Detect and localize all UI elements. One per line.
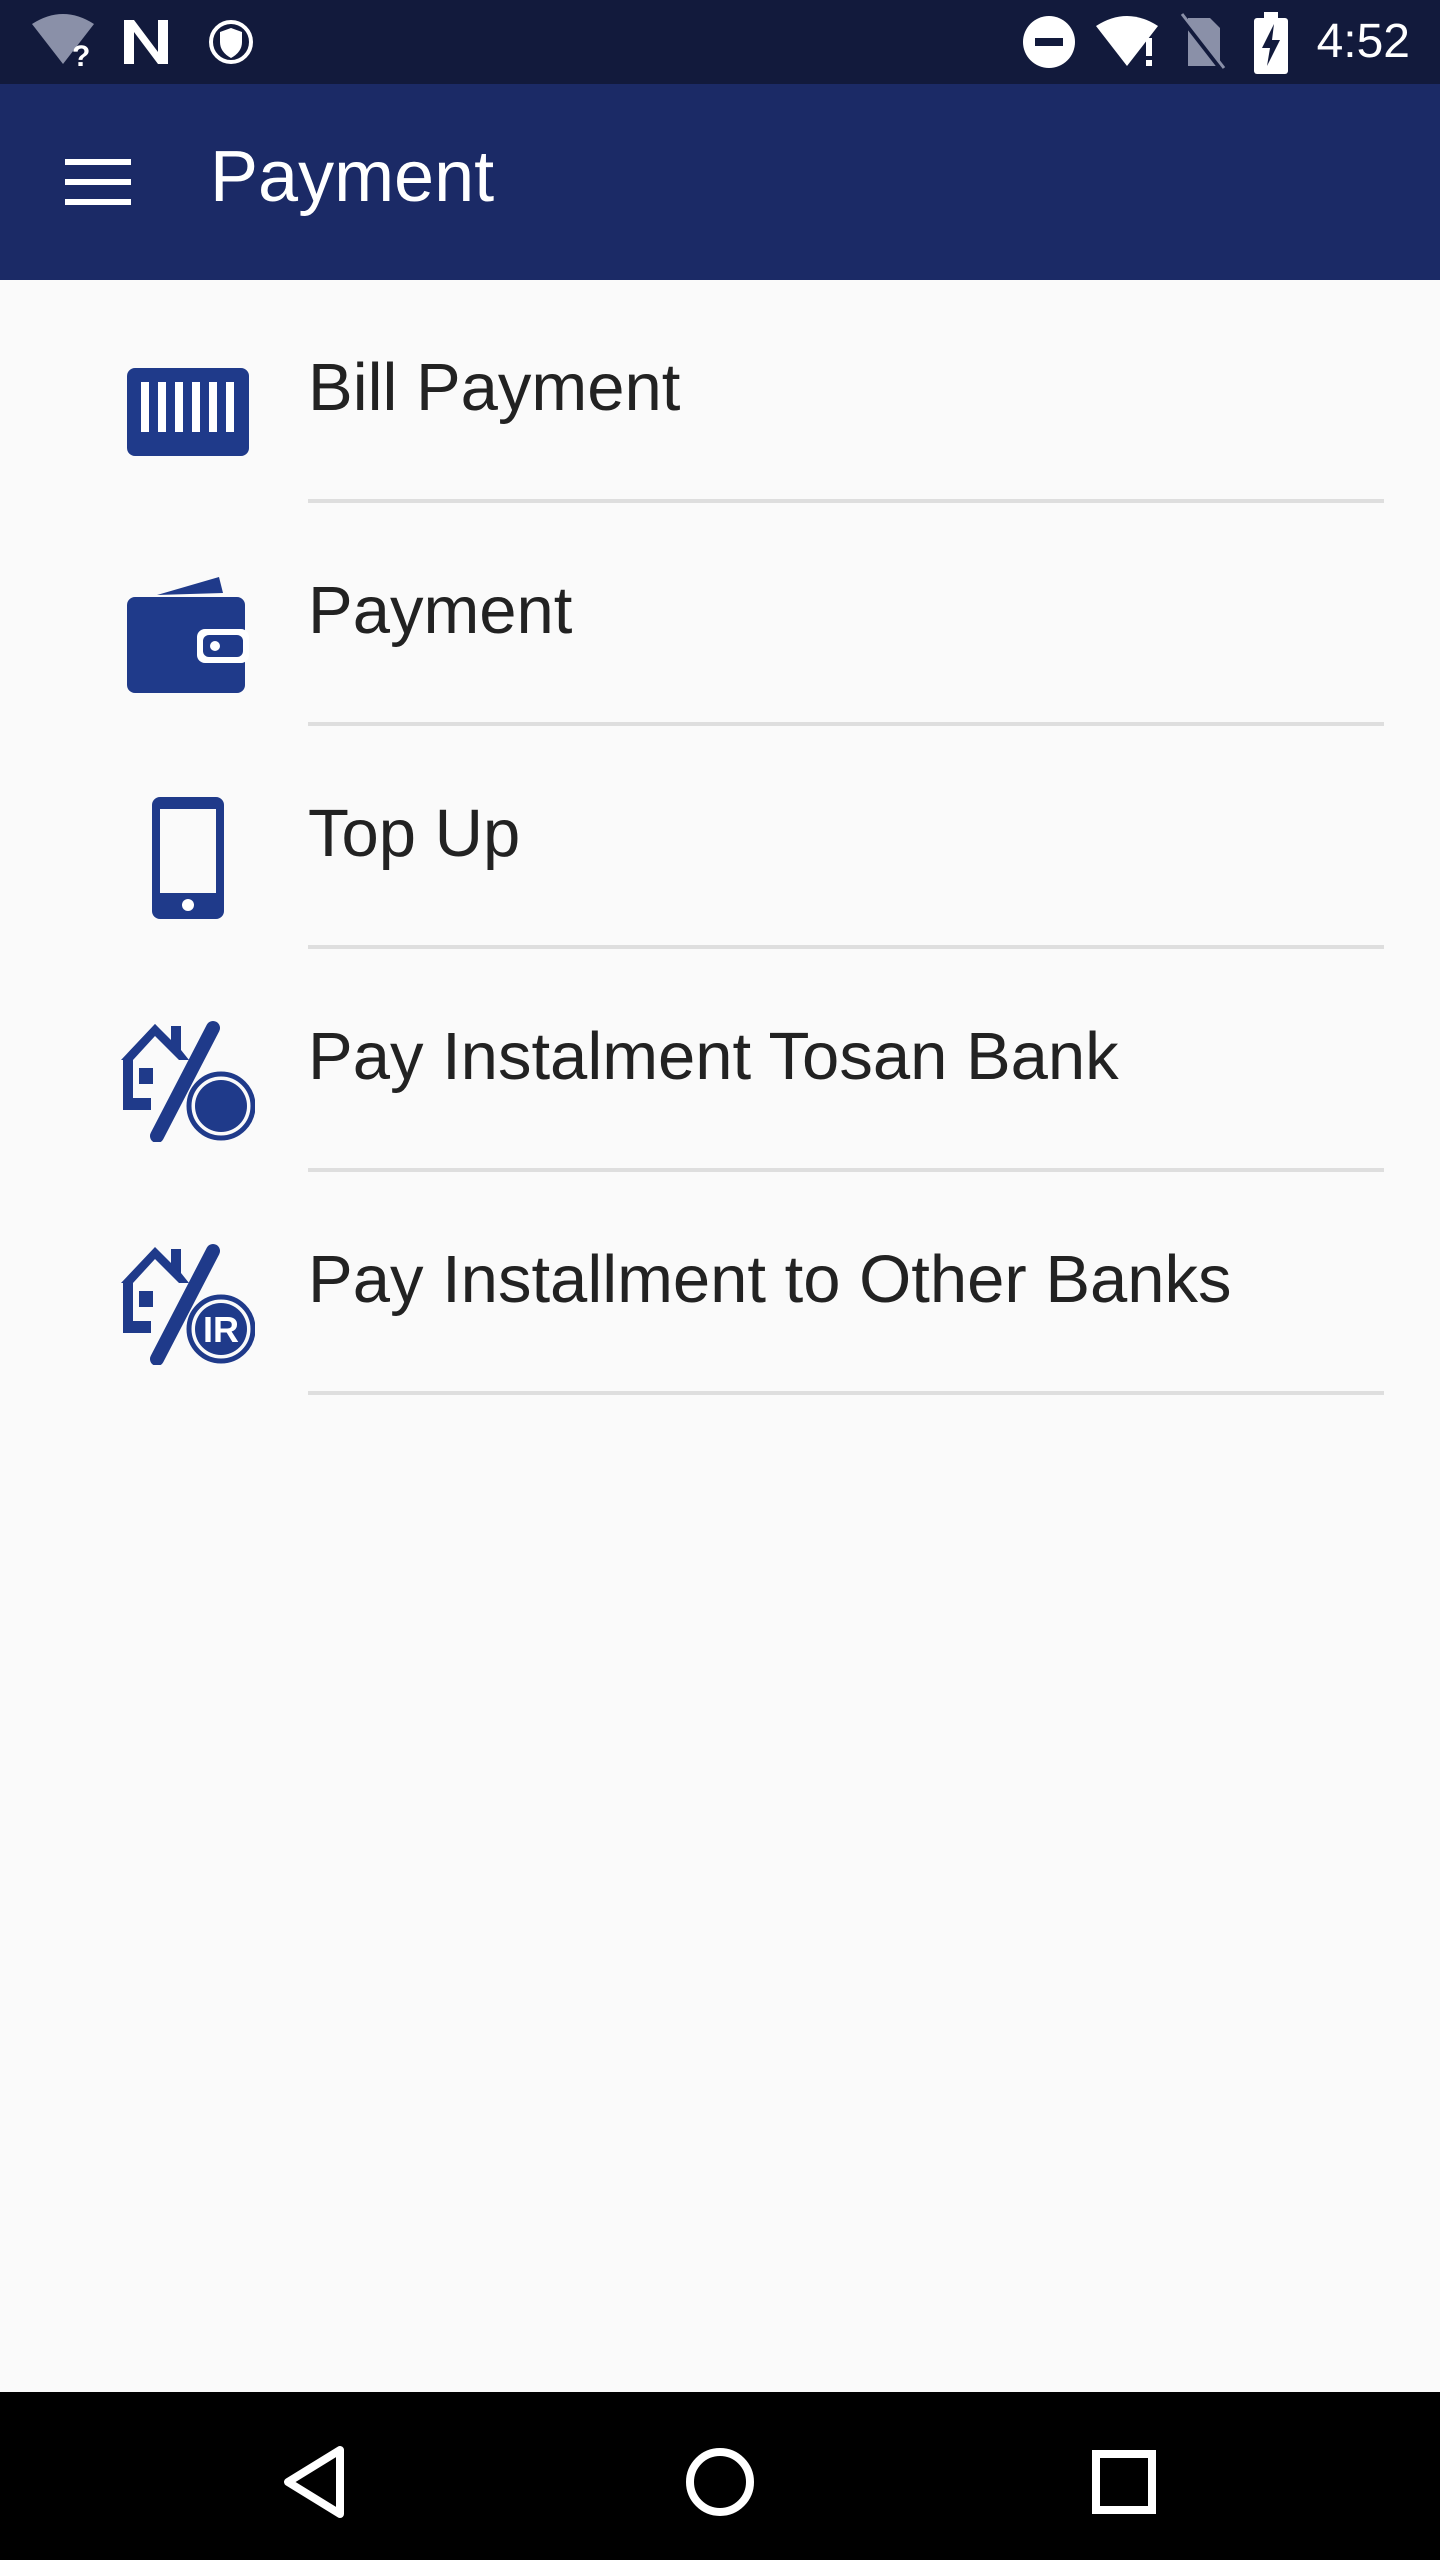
svg-text:?: ? <box>72 40 90 72</box>
navigation-bar <box>0 2392 1440 2560</box>
payment-options-list: Bill Payment Payment Top Up Pay Instalme… <box>0 280 1440 1395</box>
menu-button[interactable] <box>40 138 156 226</box>
recents-icon[interactable] <box>1074 2432 1174 2532</box>
svg-text:IR: IR <box>203 1309 239 1350</box>
wallet-icon <box>118 565 258 705</box>
house-percent-ir-icon: IR <box>118 1234 258 1374</box>
list-item-label: Pay Installment to Other Banks <box>308 1242 1232 1317</box>
back-icon[interactable] <box>266 2432 366 2532</box>
status-time: 4:52 <box>1316 15 1410 68</box>
list-item-bill-payment[interactable]: Bill Payment <box>0 280 1440 503</box>
list-item-label: Pay Instalment Tosan Bank <box>308 1019 1119 1094</box>
battery-charging-icon <box>1254 12 1288 74</box>
list-item-label: Top Up <box>308 796 521 871</box>
vpn-shield-icon <box>209 20 253 64</box>
wifi-alert-icon <box>1096 16 1158 66</box>
barcode-icon <box>118 342 258 482</box>
hamburger-menu-icon <box>65 159 131 205</box>
divider <box>308 1391 1384 1395</box>
list-item-label: Bill Payment <box>308 350 681 425</box>
list-item-label: Payment <box>308 573 573 648</box>
wifi-unknown-icon: ? <box>32 14 94 72</box>
phone-icon <box>118 788 258 928</box>
do-not-disturb-icon <box>1023 16 1075 68</box>
list-item-payment[interactable]: Payment <box>0 503 1440 726</box>
app-bar: Payment <box>0 84 1440 280</box>
house-percent-coin-icon <box>118 1011 258 1151</box>
status-bar: ? 4:52 <box>0 0 1440 84</box>
list-item-pay-installment-other-banks[interactable]: IR Pay Installment to Other Banks <box>0 1172 1440 1395</box>
no-sim-icon <box>1178 13 1226 72</box>
list-item-pay-instalment-tosan-bank[interactable]: Pay Instalment Tosan Bank <box>0 949 1440 1172</box>
home-icon[interactable] <box>670 2432 770 2532</box>
list-item-top-up[interactable]: Top Up <box>0 726 1440 949</box>
n-notification-icon <box>124 20 168 64</box>
page-title: Payment <box>210 137 495 217</box>
